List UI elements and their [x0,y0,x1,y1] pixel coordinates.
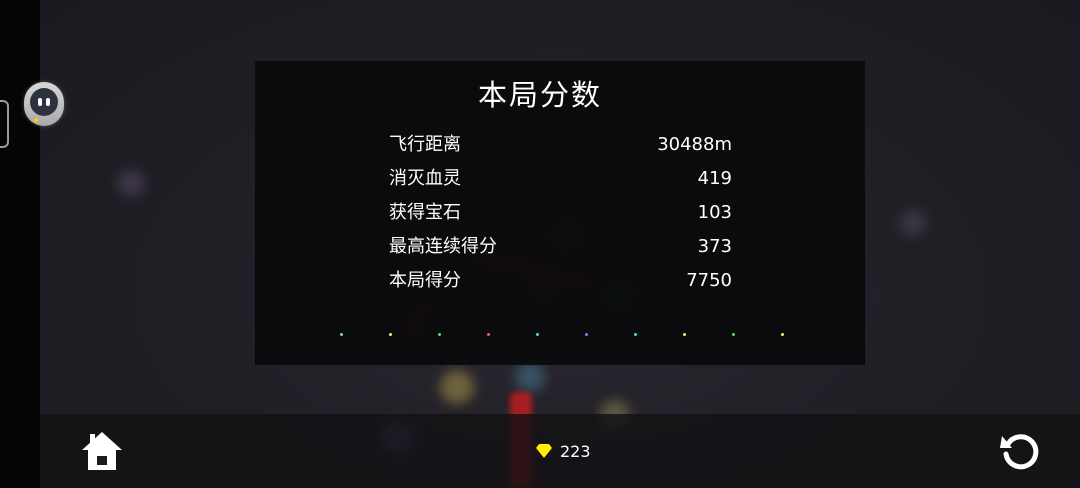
progress-dot [438,333,441,336]
progress-dot [585,333,588,336]
stat-row-distance: 飞行距离 30488m [389,132,732,166]
stat-value: 103 [697,202,732,223]
progress-dot [732,333,735,336]
stat-row-gems: 获得宝石 103 [389,200,732,234]
gem-icon [536,444,552,458]
restart-button[interactable] [998,430,1040,472]
score-title: 本局分数 [477,78,602,112]
restart-icon [1000,434,1039,470]
stat-label: 获得宝石 [389,202,461,223]
stat-value: 419 [697,168,732,189]
progress-dot [389,333,392,336]
stat-label: 飞行距离 [389,134,461,155]
background-glow [118,170,144,196]
stat-row-kills: 消灭血灵 419 [389,166,732,200]
progress-dot [634,333,637,336]
stat-row-combo: 最高连续得分 373 [389,234,732,268]
stat-label: 本局得分 [389,270,461,291]
stat-value: 30488m [657,134,732,155]
progress-dot [487,333,490,336]
stat-label: 最高连续得分 [389,236,497,257]
stat-value: 7750 [686,270,732,291]
stats-list: 飞行距离 30488m 消灭血灵 419 获得宝石 103 最高连续得分 373… [389,132,732,302]
background-glow [440,370,474,404]
home-button[interactable] [80,430,124,472]
status-dot [34,118,38,122]
progress-dot [536,333,539,336]
progress-dots [0,330,1080,340]
progress-dot [683,333,686,336]
background-glow [515,362,545,392]
stat-row-score: 本局得分 7750 [389,268,732,302]
gem-counter: 223 [536,440,591,462]
stat-value: 373 [697,236,732,257]
gem-count: 223 [560,441,591,461]
background-glow [900,210,926,236]
progress-dot [340,333,343,336]
game-screen: 本局分数 飞行距离 30488m 消灭血灵 419 获得宝石 103 最高连续得… [0,0,1080,488]
stat-label: 消灭血灵 [389,168,461,189]
progress-dot [781,333,784,336]
home-icon [82,432,122,470]
